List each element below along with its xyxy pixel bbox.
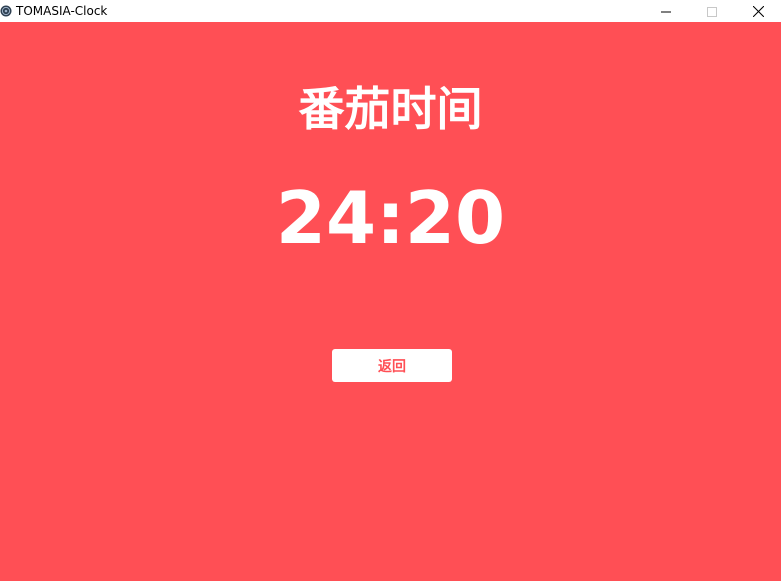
page-title: 番茄时间	[298, 82, 483, 136]
title-bar[interactable]: TOMASIA-Clock	[0, 0, 781, 22]
back-button[interactable]: 返回	[332, 349, 452, 382]
app-window: TOMASIA-Clock 番茄时间 24:20 返回	[0, 0, 781, 581]
minimize-button[interactable]	[643, 0, 689, 22]
close-button[interactable]	[735, 0, 781, 22]
minimize-icon	[661, 2, 671, 21]
maximize-button[interactable]	[689, 0, 735, 22]
close-icon	[752, 2, 764, 21]
window-controls	[643, 0, 781, 22]
countdown-timer: 24:20	[275, 176, 506, 260]
maximize-icon	[707, 2, 717, 21]
app-logo-icon	[0, 5, 12, 17]
window-title: TOMASIA-Clock	[16, 4, 108, 18]
main-content: 番茄时间 24:20 返回	[0, 22, 781, 581]
